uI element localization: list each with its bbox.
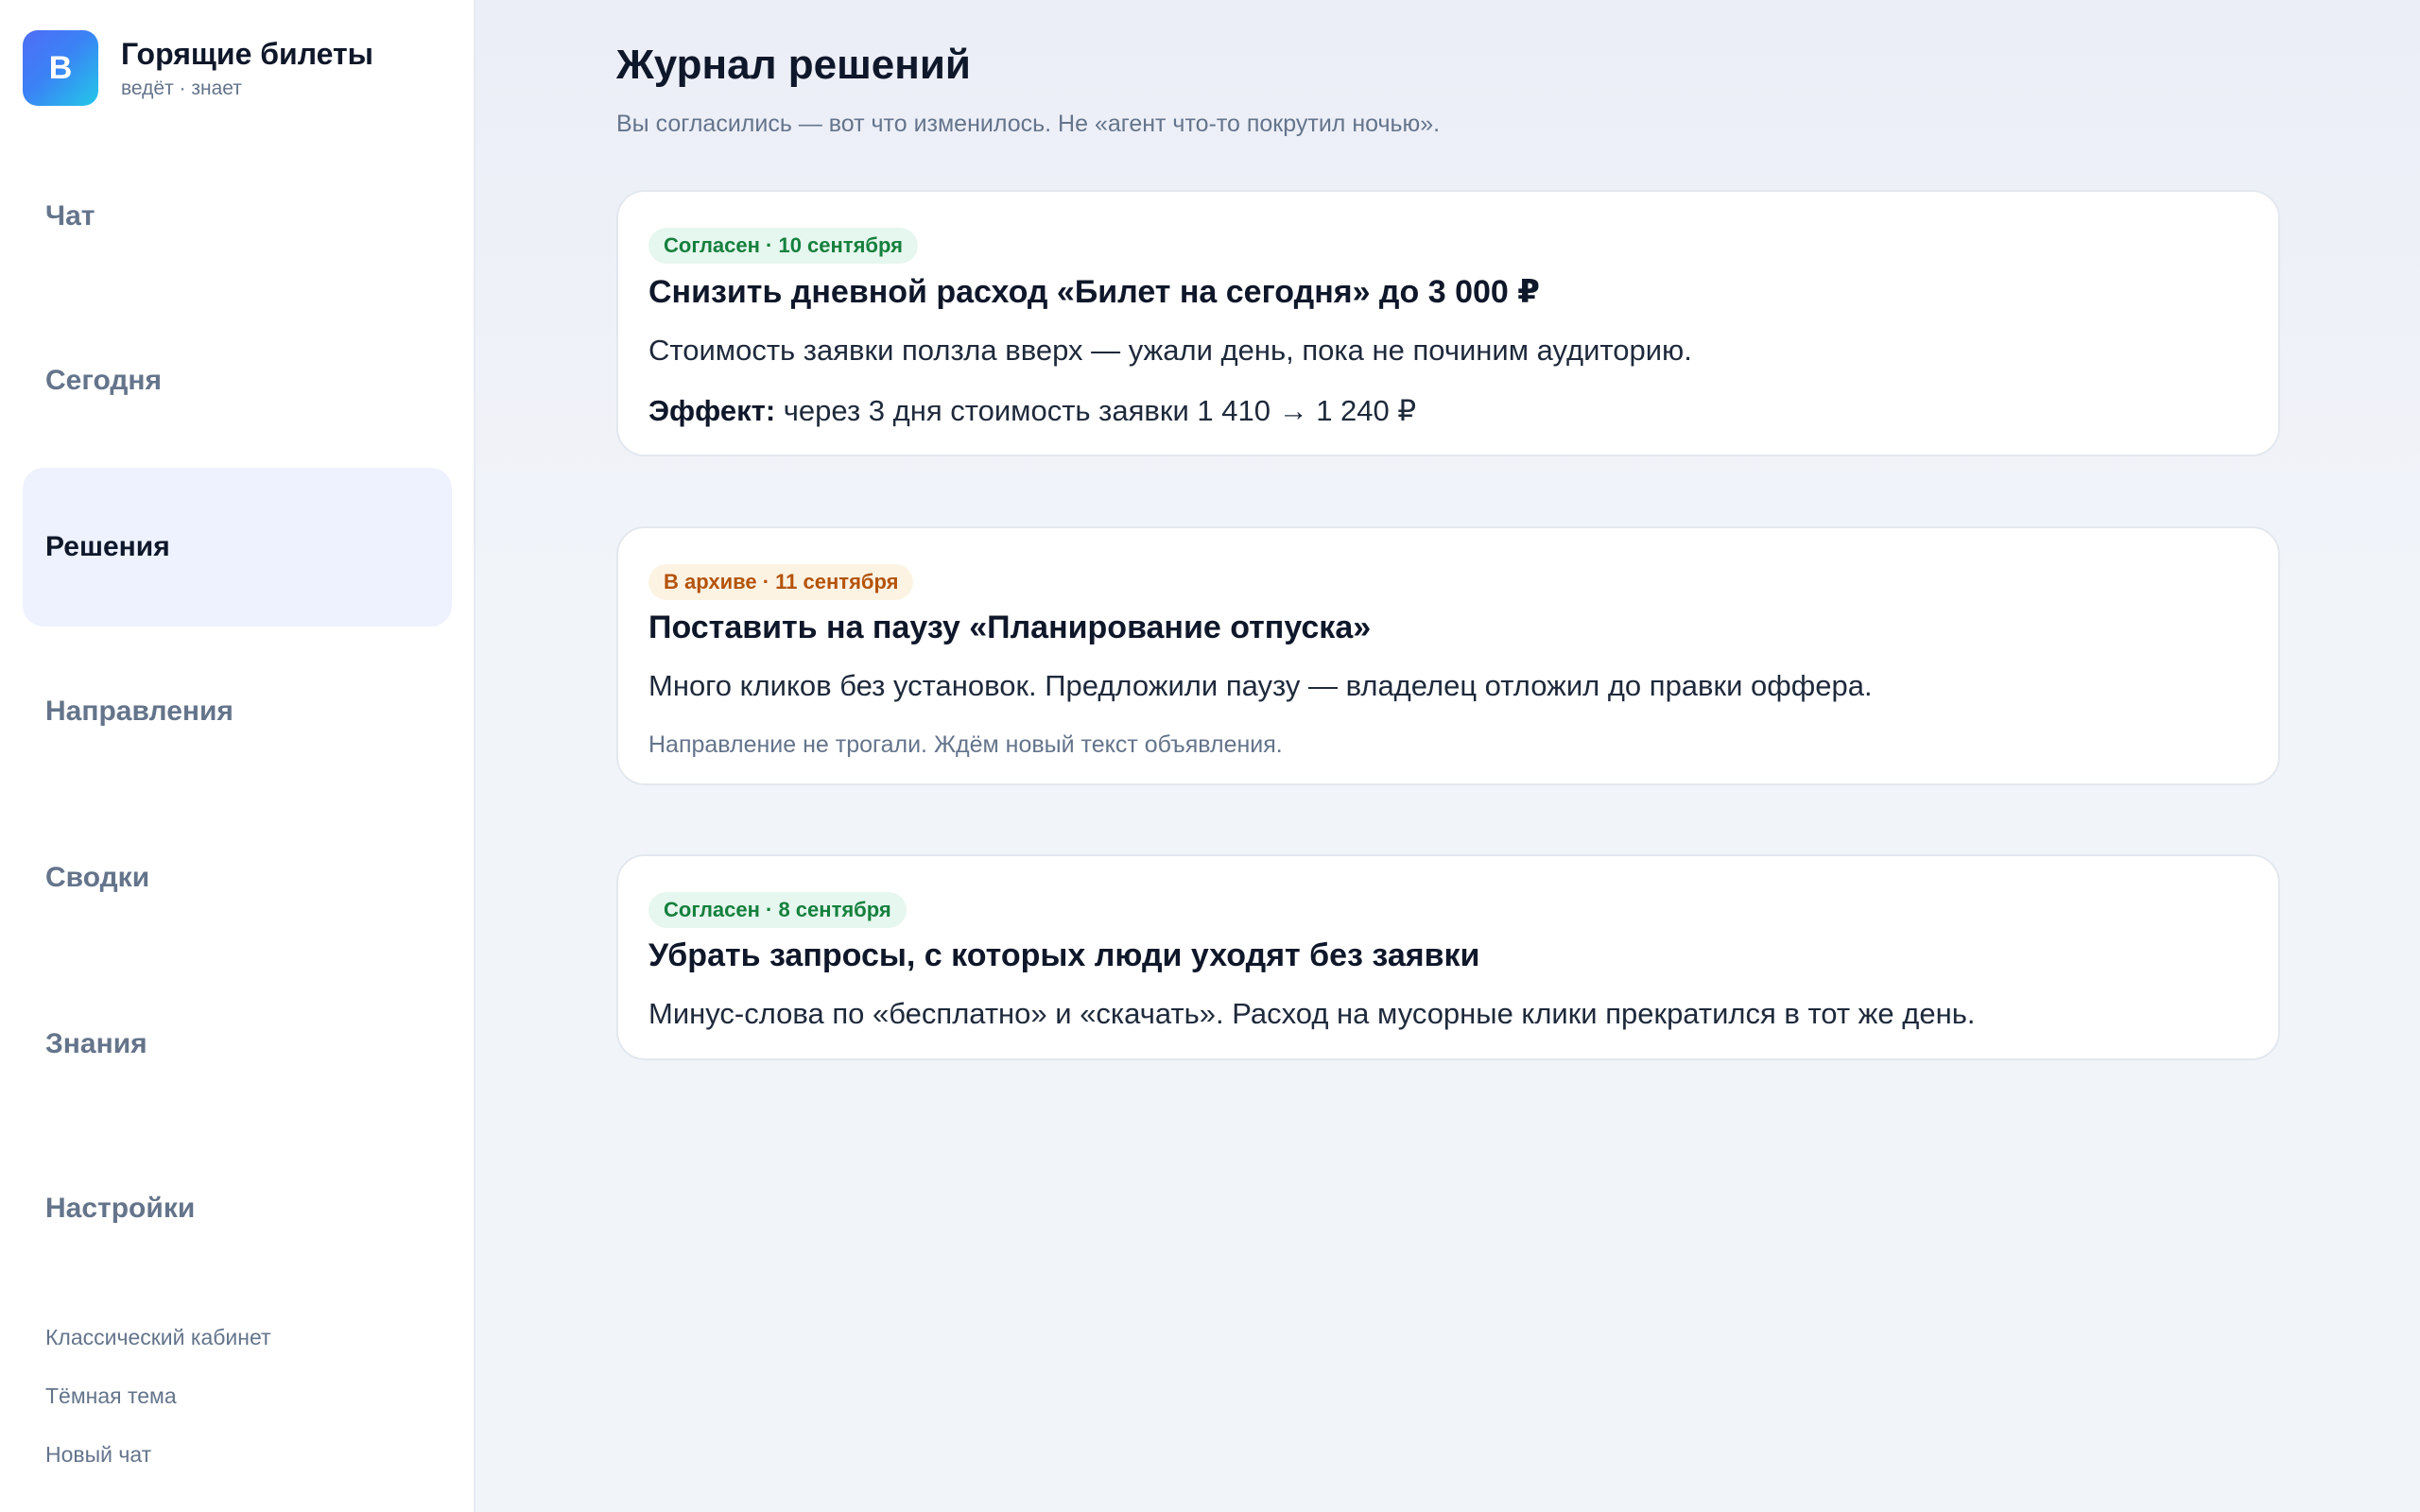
sidebar-item-settings[interactable]: Настройки	[23, 1129, 452, 1288]
decision-title: Снизить дневной расход «Билет на сегодня…	[648, 274, 1540, 310]
sidebar: В Горящие билеты ведёт · знает Чат Сегод…	[0, 0, 475, 1512]
decision-card: Согласен · 10 сентября Снизить дневной р…	[616, 190, 2280, 456]
sidebar-item-directions[interactable]: Направления	[23, 632, 452, 791]
decision-description: Много кликов без установок. Предложили п…	[648, 669, 1873, 702]
classic-cabinet-link[interactable]: Классический кабинет	[45, 1325, 271, 1350]
sidebar-item-decisions[interactable]: Решения	[23, 468, 452, 627]
sidebar-item-today[interactable]: Сегодня	[23, 301, 452, 460]
status-badge: Согласен · 10 сентября	[648, 228, 918, 264]
brand-logo: В	[23, 30, 98, 106]
decision-effect: Эффект: через 3 дня стоимость заявки 1 4…	[648, 394, 2248, 428]
status-badge: В архиве · 11 сентября	[648, 564, 914, 600]
brand: В Горящие билеты ведёт · знает	[23, 30, 373, 106]
sidebar-item-chat[interactable]: Чат	[23, 137, 452, 296]
effect-text: через 3 дня стоимость заявки 1 410 → 1 2…	[775, 394, 1417, 427]
brand-subtitle: ведёт · знает	[121, 77, 242, 100]
effect-label: Эффект:	[648, 394, 776, 427]
sidebar-item-summaries[interactable]: Сводки	[23, 799, 452, 957]
decision-description: Стоимость заявки ползла вверх — ужали де…	[648, 334, 1692, 367]
sidebar-item-knowledge[interactable]: Знания	[23, 965, 452, 1124]
decision-card: Согласен · 8 сентября Убрать запросы, с …	[616, 854, 2280, 1060]
brand-title: Горящие билеты	[121, 36, 373, 71]
brand-text: Горящие билеты ведёт · знает	[121, 36, 373, 100]
decision-card: В архиве · 11 сентября Поставить на пауз…	[616, 526, 2280, 785]
decision-title: Убрать запросы, с которых люди уходят бе…	[648, 937, 1480, 973]
decision-title: Поставить на паузу «Планирование отпуска…	[648, 610, 1372, 645]
page-title: Журнал решений	[616, 42, 971, 88]
decision-description: Минус-слова по «бесплатно» и «скачать». …	[648, 997, 1976, 1030]
dark-theme-toggle[interactable]: Тёмная тема	[45, 1383, 177, 1409]
app: В Горящие билеты ведёт · знает Чат Сегод…	[0, 0, 2420, 1512]
status-badge: Согласен · 8 сентября	[648, 892, 907, 928]
decision-note: Направление не трогали. Ждём новый текст…	[648, 731, 1283, 758]
main-content: Журнал решений Вы согласились — вот что …	[475, 0, 2420, 1512]
new-chat-link[interactable]: Новый чат	[45, 1442, 151, 1468]
page-subtitle: Вы согласились — вот что изменилось. Не …	[616, 111, 1441, 137]
